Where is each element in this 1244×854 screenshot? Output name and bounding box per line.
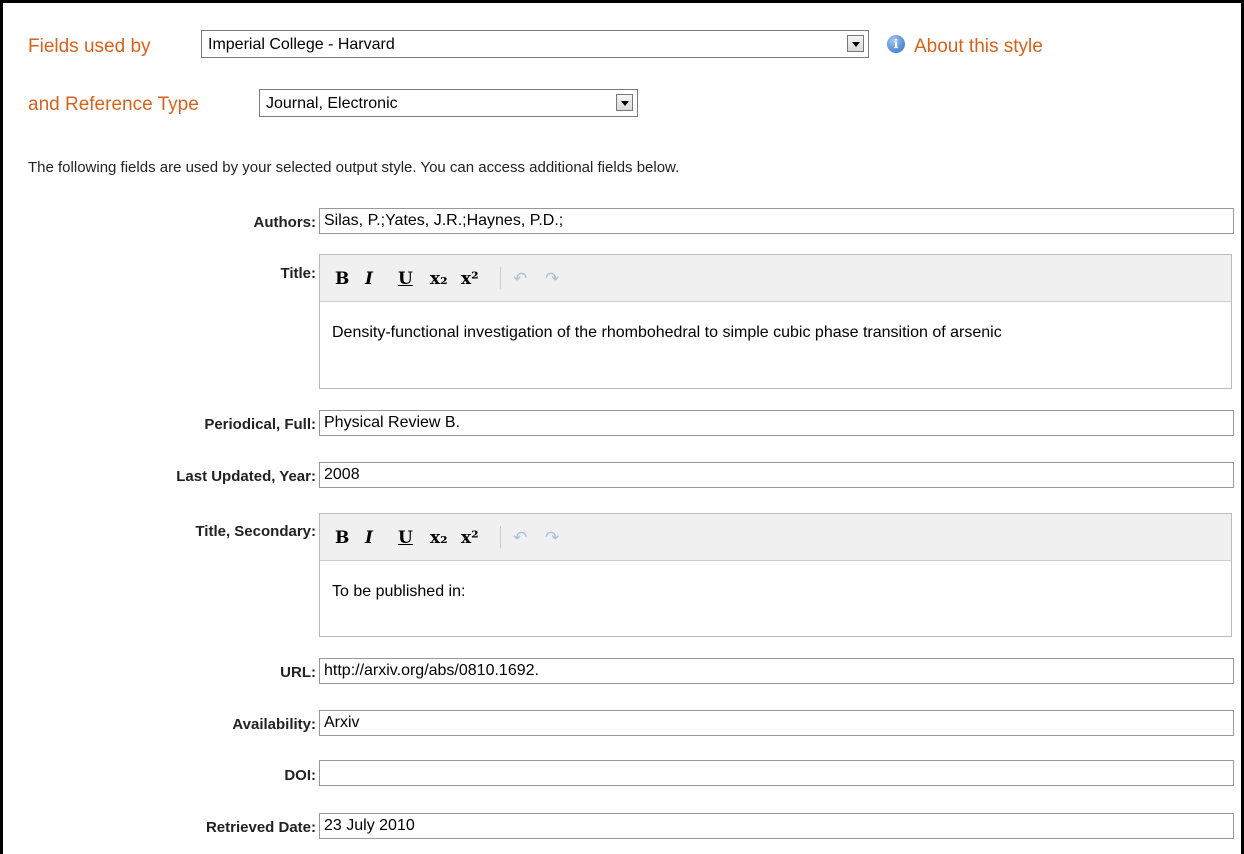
- title-secondary-editor[interactable]: B I U x₂ x² ↶ ↷ To be published in:: [319, 513, 1232, 637]
- redo-icon[interactable]: ↷: [545, 269, 559, 289]
- periodical-full-label: Periodical, Full:: [204, 416, 316, 433]
- title-text[interactable]: Density-functional investigation of the …: [320, 302, 1231, 342]
- retrieved-date-label: Retrieved Date:: [205, 819, 316, 836]
- retrieved-date-field[interactable]: 23 July 2010: [319, 813, 1234, 839]
- subscript-button[interactable]: x₂: [430, 528, 448, 548]
- underline-button[interactable]: U: [398, 528, 413, 548]
- about-this-style-link[interactable]: About this style: [914, 36, 1043, 58]
- output-style-value: Imperial College - Harvard: [208, 36, 395, 53]
- title-editor[interactable]: B I U x₂ x² ↶ ↷ Density-functional inves…: [319, 254, 1232, 389]
- doi-label: DOI:: [284, 767, 316, 784]
- chevron-down-icon[interactable]: [847, 35, 864, 52]
- title-toolbar: B I U x₂ x² ↶ ↷: [320, 255, 1231, 302]
- chevron-down-icon[interactable]: [616, 94, 633, 111]
- bold-button[interactable]: B: [335, 528, 349, 548]
- redo-icon[interactable]: ↷: [545, 528, 559, 548]
- title-secondary-toolbar: B I U x₂ x² ↶ ↷: [320, 514, 1231, 561]
- italic-button[interactable]: I: [365, 528, 373, 548]
- reference-type-value: Journal, Electronic: [266, 95, 398, 112]
- periodical-full-field[interactable]: Physical Review B.: [319, 410, 1234, 436]
- last-updated-year-field[interactable]: 2008: [319, 462, 1234, 488]
- underline-button[interactable]: U: [398, 269, 413, 289]
- last-updated-year-label: Last Updated, Year:: [176, 468, 316, 485]
- toolbar-divider: [500, 526, 501, 548]
- fields-description: The following fields are used by your se…: [28, 159, 680, 176]
- info-icon: i: [887, 35, 905, 53]
- authors-label: Authors:: [253, 214, 317, 231]
- title-label: Title:: [280, 265, 316, 282]
- toolbar-divider: [500, 267, 501, 289]
- reference-type-select[interactable]: Journal, Electronic: [259, 89, 638, 117]
- reference-type-label: and Reference Type: [28, 94, 199, 115]
- title-secondary-text[interactable]: To be published in:: [320, 561, 1231, 601]
- superscript-button[interactable]: x²: [461, 269, 479, 289]
- bold-button[interactable]: B: [335, 269, 349, 289]
- output-style-select[interactable]: Imperial College - Harvard: [201, 30, 869, 58]
- availability-field[interactable]: Arxiv: [319, 710, 1234, 736]
- availability-label: Availability:: [232, 716, 316, 733]
- superscript-button[interactable]: x²: [461, 528, 479, 548]
- subscript-button[interactable]: x₂: [430, 269, 448, 289]
- undo-icon[interactable]: ↶: [513, 528, 527, 548]
- italic-button[interactable]: I: [365, 269, 373, 289]
- fields-used-by-label: Fields used by: [28, 36, 151, 57]
- doi-field[interactable]: [319, 760, 1234, 786]
- title-secondary-label: Title, Secondary:: [195, 523, 316, 540]
- url-label: URL:: [280, 664, 316, 681]
- url-field[interactable]: http://arxiv.org/abs/0810.1692.: [319, 658, 1234, 684]
- authors-field[interactable]: Silas, P.;Yates, J.R.;Haynes, P.D.;: [319, 208, 1234, 234]
- undo-icon[interactable]: ↶: [513, 269, 527, 289]
